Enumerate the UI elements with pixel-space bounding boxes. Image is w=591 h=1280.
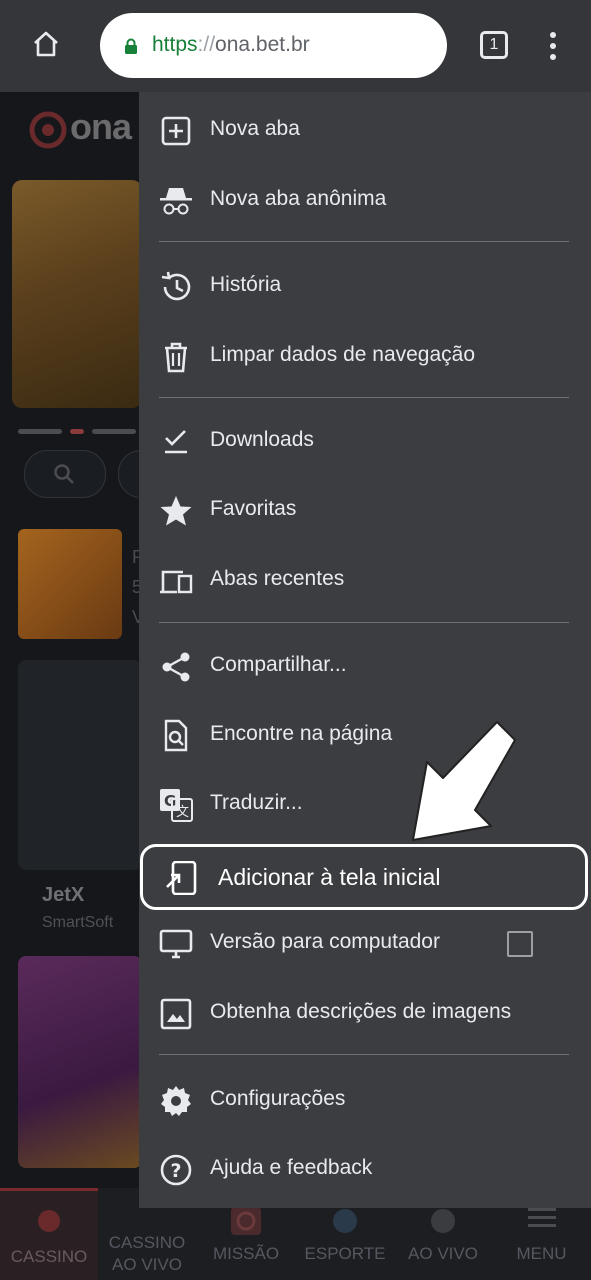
url-host: ona.bet.br: [215, 33, 310, 56]
share-icon: [162, 652, 190, 682]
menu-item-label: Adicionar à tela inicial: [218, 864, 441, 890]
nav-label: CASSINO: [10, 1247, 88, 1266]
menu-item-settings[interactable]: Configurações: [139, 1069, 591, 1131]
devices-icon: [160, 570, 193, 594]
game-thumbnail[interactable]: [18, 529, 122, 639]
menu-divider: [159, 397, 569, 398]
menu-item-label: Ajuda e feedback: [210, 1156, 373, 1179]
menu-item-label: História: [210, 273, 282, 296]
site-logo-text: ona: [70, 106, 132, 147]
lock-icon: [125, 38, 137, 54]
menu-item-add-to-home-screen[interactable]: Adicionar à tela inicial: [140, 844, 588, 910]
arrow-pointer-icon: [412, 721, 516, 841]
more-vert-icon: [550, 32, 556, 60]
menu-item-incognito-tab[interactable]: Nova aba anônima: [139, 169, 591, 231]
browser-toolbar: https://ona.bet.br 1: [0, 0, 591, 92]
promo-banner[interactable]: [12, 180, 142, 408]
menu-item-label: Configurações: [210, 1087, 346, 1110]
url-scheme: https: [152, 33, 198, 56]
menu-item-label: Downloads: [210, 428, 314, 451]
menu-item-downloads[interactable]: Downloads: [139, 410, 591, 472]
incognito-icon: [160, 188, 192, 215]
star-icon: [160, 496, 192, 526]
game-card[interactable]: [18, 956, 142, 1168]
game-title: JetX: [42, 884, 85, 906]
menu-divider: [159, 622, 569, 623]
game-provider: SmartSoft: [42, 914, 114, 931]
menu-item-help[interactable]: ? Ajuda e feedback: [139, 1138, 591, 1200]
download-check-icon: [165, 430, 187, 454]
live-icon: [431, 1209, 455, 1233]
browser-overflow-menu: Nova aba Nova aba anônima História Limpa…: [139, 92, 591, 1208]
menu-item-new-tab[interactable]: Nova aba: [139, 99, 591, 161]
menu-divider: [159, 1054, 569, 1055]
menu-item-label: Abas recentes: [210, 567, 345, 590]
crown-icon: [38, 1210, 60, 1232]
menu-item-bookmarks[interactable]: Favoritas: [139, 479, 591, 541]
carousel-indicator: [18, 421, 144, 439]
menu-item-history[interactable]: História: [139, 255, 591, 317]
url-bar[interactable]: https://ona.bet.br: [100, 13, 447, 78]
history-icon: [161, 271, 191, 301]
home-icon: [34, 31, 58, 57]
menu-item-label: Traduzir...: [210, 791, 303, 814]
site-search-button[interactable]: [24, 450, 106, 498]
game-card-jetx[interactable]: [18, 660, 142, 870]
search-icon: [54, 464, 74, 484]
nav-label: CASSINO AO VIVO: [108, 1233, 186, 1274]
svg-text:?: ?: [171, 1160, 182, 1182]
find-in-page-icon: [164, 719, 188, 752]
more-menu-button[interactable]: [540, 30, 566, 62]
svg-text:文: 文: [176, 805, 189, 820]
soccer-ball-icon: [333, 1209, 357, 1233]
nav-label: MISSÃO: [212, 1244, 280, 1263]
add-to-home-icon: [166, 861, 197, 895]
tab-switcher-button[interactable]: 1: [480, 31, 508, 59]
nav-label: ESPORTE: [304, 1244, 386, 1263]
menu-item-desktop-site[interactable]: Versão para computador: [139, 912, 591, 974]
trash-icon: [165, 342, 187, 373]
hamburger-icon: [527, 1208, 556, 1227]
help-icon: ?: [160, 1154, 192, 1186]
menu-divider: [159, 241, 569, 242]
gear-icon: [161, 1086, 191, 1116]
url-separator: ://: [197, 33, 216, 56]
menu-item-label: Encontre na página: [210, 722, 393, 745]
svg-text:G: G: [164, 792, 176, 810]
url-text: https://ona.bet.br: [152, 33, 310, 57]
home-button[interactable]: [26, 24, 66, 64]
menu-item-image-descriptions[interactable]: Obtenha descrições de imagens: [139, 982, 591, 1044]
new-tab-icon: [161, 116, 191, 146]
menu-item-label: Obtenha descrições de imagens: [210, 1000, 512, 1023]
nav-label: AO VIVO: [408, 1244, 478, 1263]
menu-item-label: Versão para computador: [210, 930, 440, 953]
menu-item-recent-tabs[interactable]: Abas recentes: [139, 549, 591, 611]
menu-item-label: Limpar dados de navegação: [210, 343, 476, 366]
menu-item-label: Nova aba anônima: [210, 187, 387, 210]
menu-item-label: Compartilhar...: [210, 653, 347, 676]
menu-item-label: Nova aba: [210, 117, 300, 140]
menu-item-label: Favoritas: [210, 497, 297, 520]
menu-item-share[interactable]: Compartilhar...: [139, 635, 591, 697]
image-icon: [160, 998, 192, 1030]
desktop-icon: [159, 929, 193, 959]
nav-cassino[interactable]: CASSINO: [0, 1188, 98, 1280]
target-icon: [231, 1207, 261, 1235]
desktop-site-checkbox[interactable]: [507, 931, 533, 957]
nav-label: MENU: [516, 1244, 567, 1263]
translate-icon: G文: [160, 789, 193, 822]
menu-item-clear-data[interactable]: Limpar dados de navegação: [139, 325, 591, 387]
ona-logo-icon: [29, 111, 67, 149]
